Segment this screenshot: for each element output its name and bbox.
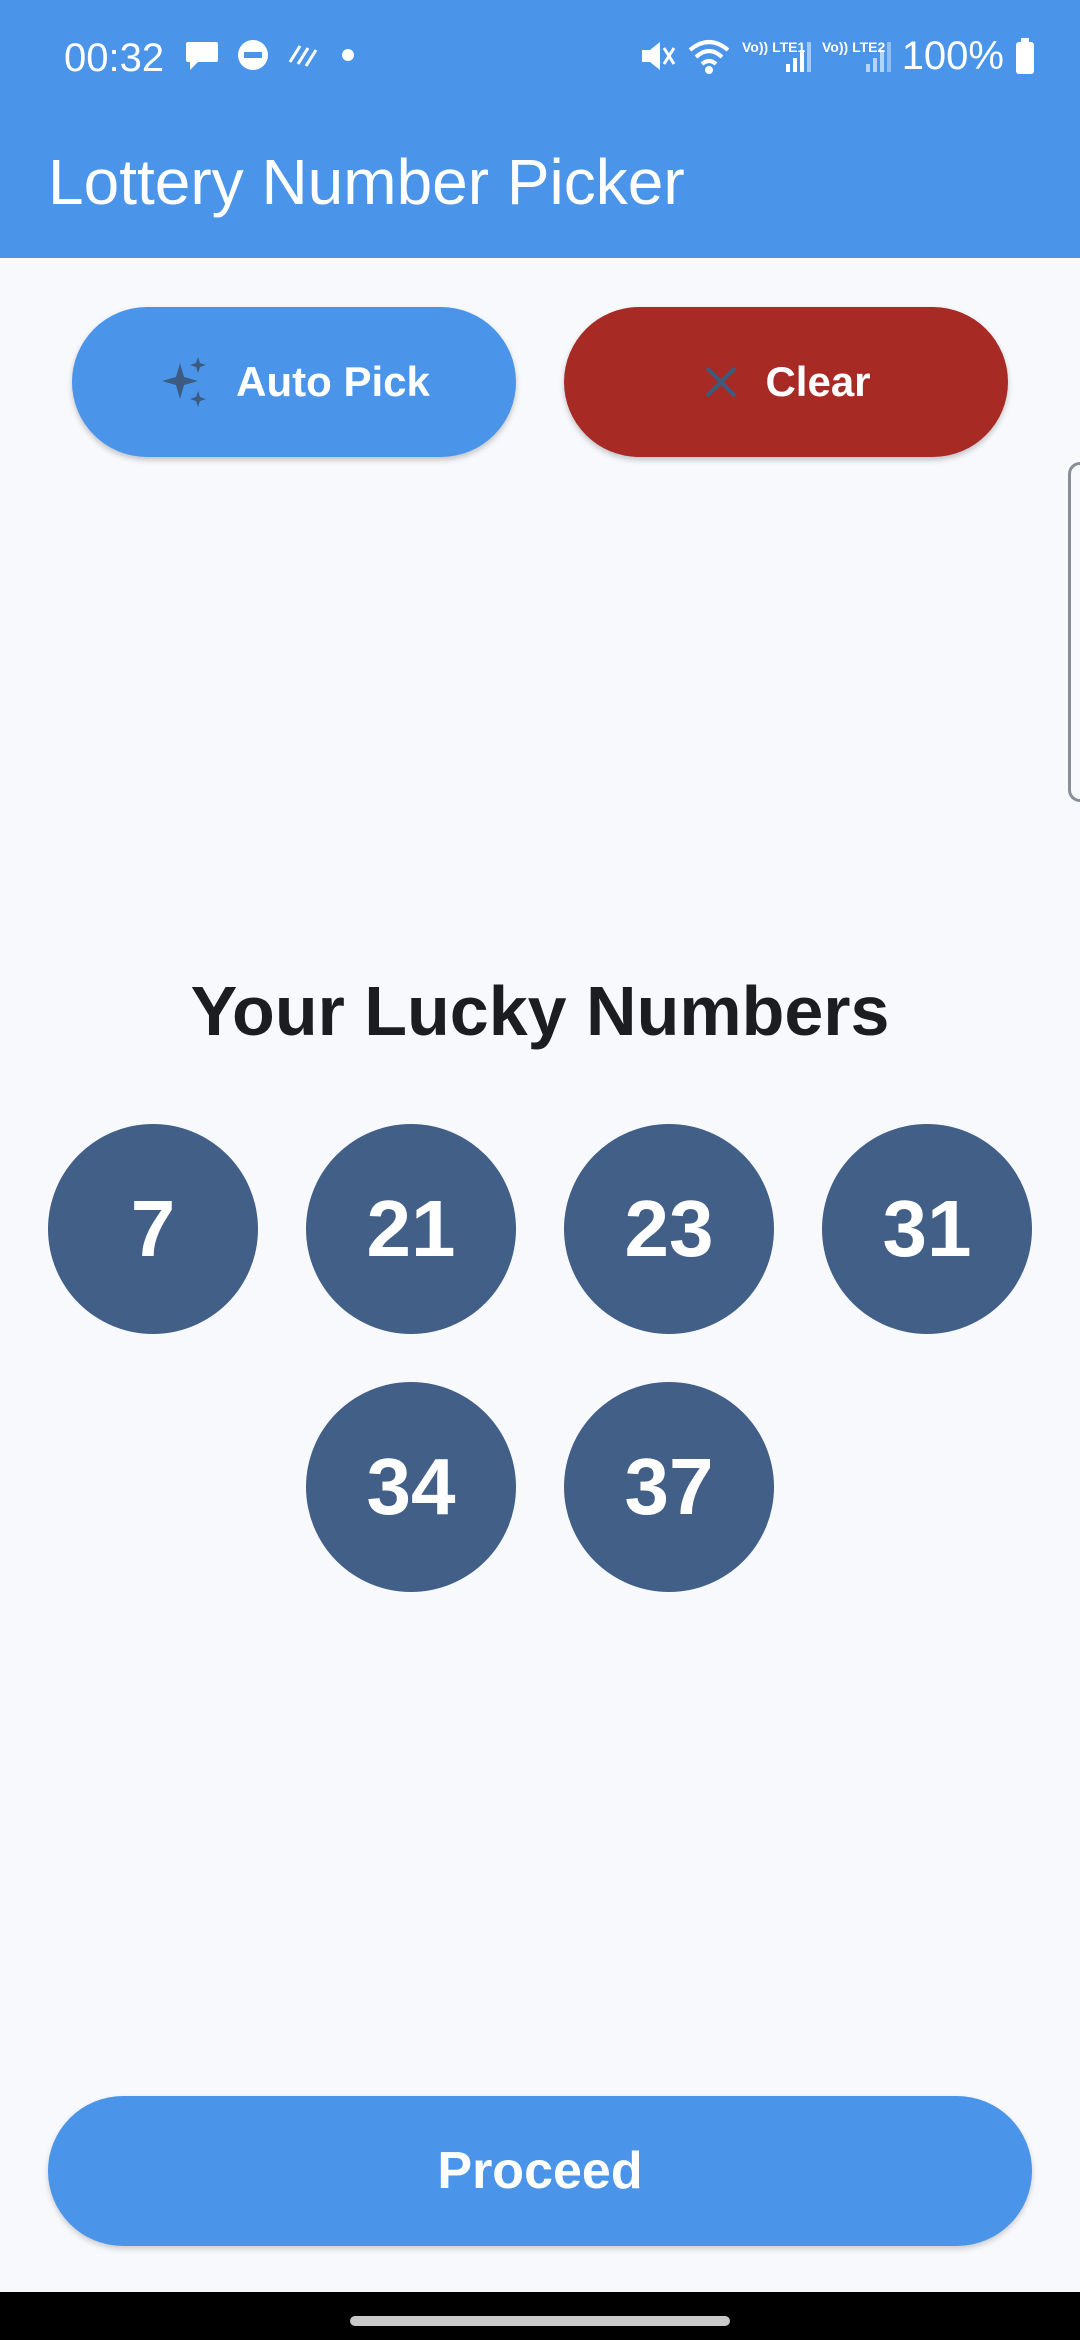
sparkles-icon (162, 357, 207, 407)
do-not-disturb-icon (238, 40, 268, 70)
number-ball: 21 (306, 1124, 516, 1334)
proceed-button[interactable]: Proceed (48, 2096, 1032, 2246)
status-notification-icons (184, 38, 360, 72)
number-ball: 34 (306, 1382, 516, 1592)
battery-icon (1016, 38, 1034, 74)
number-ball: 31 (822, 1124, 1032, 1334)
lte2-signal-icon: Vo)) LTE2 (822, 39, 891, 72)
mute-icon (641, 42, 675, 70)
clear-label: Clear (765, 358, 871, 405)
auto-pick-label: Auto Pick (236, 358, 430, 405)
battery-percent: 100% (901, 34, 1004, 78)
svg-text:Vo)) LTE1: Vo)) LTE1 (742, 39, 805, 55)
number-ball: 7 (48, 1124, 258, 1334)
lte1-signal-icon: Vo)) LTE1 (742, 39, 811, 72)
status-bar: 00:32 Vo)) LTE1 Vo)) LTE2 100% (0, 0, 1080, 116)
wifi-icon (688, 40, 729, 74)
app-bar: Lottery Number Picker (0, 116, 1080, 258)
number-ball: 37 (564, 1382, 774, 1592)
clear-button[interactable]: Clear (564, 307, 1008, 457)
close-icon (706, 366, 737, 398)
app-title: Lottery Number Picker (48, 146, 685, 218)
edge-panel-handle[interactable] (1068, 462, 1080, 802)
status-time: 00:32 (64, 36, 165, 80)
status-system-icons: Vo)) LTE1 Vo)) LTE2 100% (636, 32, 1036, 80)
stripes-icon (288, 45, 318, 67)
home-gesture-handle[interactable] (350, 2316, 730, 2326)
dot-icon (342, 49, 354, 61)
navigation-bar (0, 2292, 1080, 2340)
auto-pick-button[interactable]: Auto Pick (72, 307, 516, 457)
chat-bubble-icon (186, 42, 218, 70)
svg-text:Vo)) LTE2: Vo)) LTE2 (822, 39, 885, 55)
lucky-numbers-title: Your Lucky Numbers (190, 972, 890, 1050)
number-ball: 23 (564, 1124, 774, 1334)
